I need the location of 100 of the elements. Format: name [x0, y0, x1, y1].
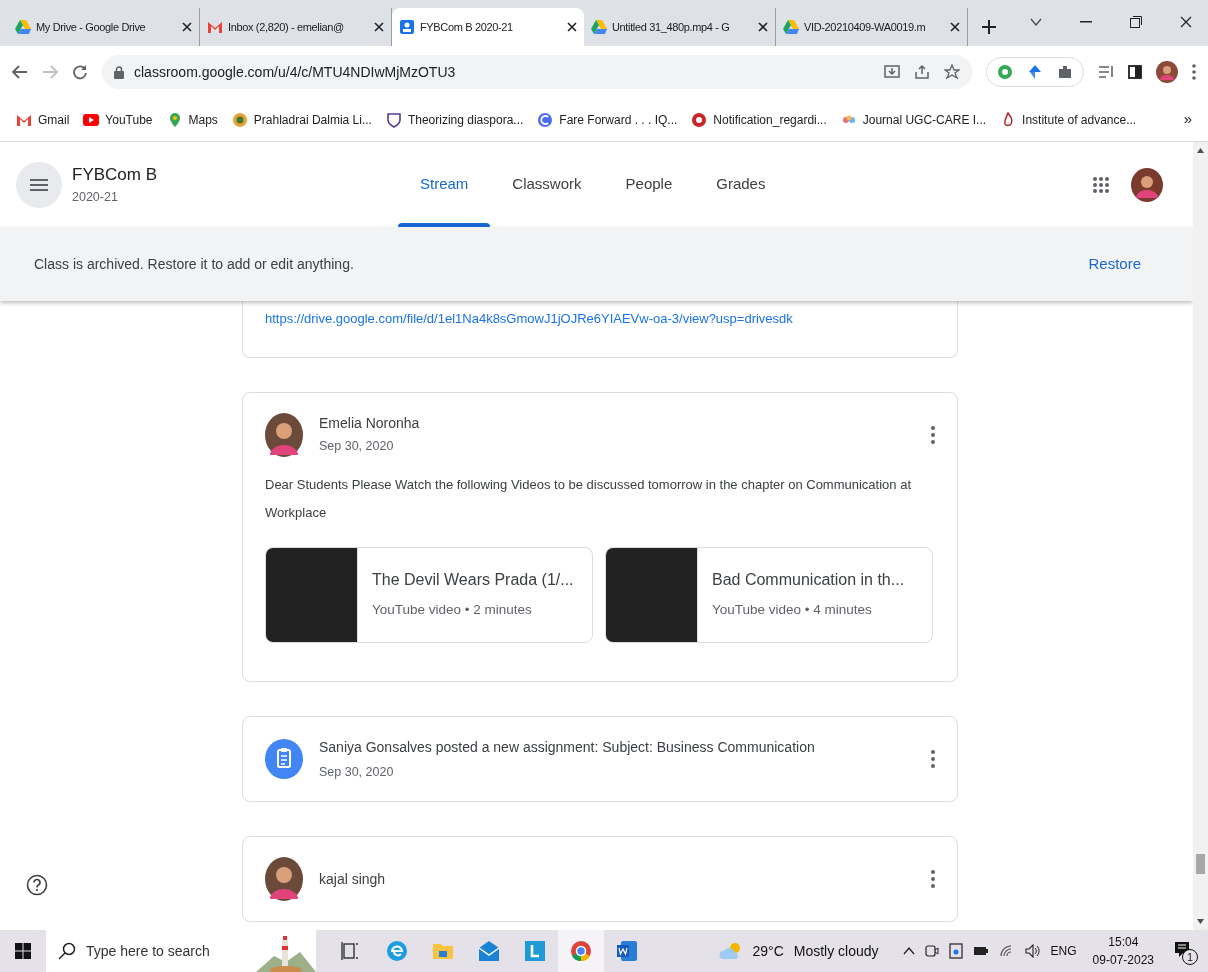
bookmark-link[interactable]: Institute of advance... — [1022, 110, 1137, 129]
letter-l-app-icon — [524, 940, 546, 962]
reload-icon[interactable] — [72, 64, 88, 80]
more-options-icon[interactable] — [931, 870, 935, 889]
video-title: Bad Communication in th... — [712, 570, 905, 591]
bookmark-link[interactable]: Fare Forward . . . IQ... — [559, 110, 678, 129]
back-arrow-icon[interactable] — [12, 65, 28, 79]
post-date: Sep 30, 2020 — [319, 438, 395, 456]
chevron-up-icon[interactable] — [902, 947, 915, 955]
clock-time[interactable]: 15:04 — [1108, 933, 1139, 951]
side-panel-icon[interactable] — [1128, 65, 1142, 79]
assignment-icon — [265, 738, 303, 779]
bookmark-link[interactable]: Prahladrai Dalmia Li... — [253, 110, 372, 129]
author-name: kajal singh — [319, 869, 386, 889]
more-menu-icon[interactable] — [1192, 64, 1196, 80]
play-logo-icon — [83, 111, 100, 128]
pin-icon[interactable] — [1027, 64, 1043, 80]
language-indicator[interactable]: ENG — [1050, 942, 1077, 960]
classroom-logo-icon — [399, 19, 415, 35]
install-icon[interactable] — [884, 64, 900, 80]
class-name[interactable]: FYBCom B — [72, 162, 362, 188]
windows-logo-icon — [15, 943, 31, 959]
bookmark-link[interactable]: Theorizing diaspora... — [407, 110, 524, 129]
archived-notice: Class is archived. Restore it to add or edit anything. — [34, 254, 354, 274]
drive-logo-icon — [591, 19, 607, 35]
close-icon[interactable] — [567, 22, 577, 32]
notification-count: 1 — [1182, 949, 1198, 965]
restore-button[interactable]: Restore — [1088, 252, 1141, 276]
camera-icon[interactable] — [924, 943, 939, 959]
menu-button[interactable] — [16, 161, 62, 208]
video-attachment[interactable]: The Devil Wears Prada (1/... YouTube video • 2 minutes — [265, 546, 593, 643]
bookmark-link[interactable]: YouTube — [105, 110, 153, 129]
author-name: Emelia Noronha — [319, 414, 420, 434]
seal-icon — [691, 111, 708, 128]
close-icon[interactable] — [758, 22, 768, 32]
video-attachment[interactable]: Bad Communication in th... YouTube video • 4 minutes — [605, 546, 933, 643]
word-logo-icon — [616, 940, 638, 962]
chevron-down-icon[interactable] — [1030, 18, 1042, 26]
drive-logo-icon — [783, 19, 799, 35]
mail-logo-icon — [207, 19, 223, 35]
video-title: The Devil Wears Prada (1/... — [372, 570, 574, 591]
close-icon[interactable] — [182, 22, 192, 32]
taskbar-search-field[interactable]: Type here to search — [46, 930, 316, 972]
new-tab-icon[interactable] — [982, 20, 996, 34]
attachment-link[interactable]: https://drive.google.com/file/d/1el1Na4k8sGmowJ1jOJRe6YIAEVw-oa-3/view?usp=drivesdk — [265, 311, 793, 326]
star-icon[interactable] — [944, 64, 960, 80]
nav-tab[interactable]: Grades — [694, 142, 788, 227]
close-icon[interactable] — [1180, 16, 1192, 28]
extension-g-icon[interactable] — [997, 64, 1013, 80]
browser-tab[interactable]: FYBCom B 2020-21 — [392, 8, 584, 46]
circle-c-icon — [537, 111, 554, 128]
speaker-icon[interactable] — [1024, 944, 1041, 958]
battery-icon[interactable] — [972, 945, 989, 957]
address-bar[interactable]: classroom.google.com/u/4/c/MTU4NDIwMjMzOTU3 — [102, 55, 972, 89]
chrome-logo-icon — [570, 940, 592, 962]
post-date: Sep 30, 2020 — [319, 763, 395, 781]
more-options-icon[interactable] — [931, 425, 935, 444]
temperature[interactable]: 29°C — [752, 940, 784, 962]
avatar-icon — [265, 857, 303, 902]
post-text: Dear Students Please Watch the following Videos to be discussed tomorrow in the chapter on Communication at Workplace — [265, 475, 912, 522]
apps-grid-icon[interactable] — [1093, 176, 1109, 193]
avatar-icon[interactable] — [1131, 167, 1163, 202]
weather-text[interactable]: Mostly cloudy — [793, 940, 879, 962]
clock-date[interactable]: 09-07-2023 — [1092, 951, 1154, 969]
lock-icon — [114, 65, 124, 79]
scroll-up-icon[interactable] — [1197, 148, 1204, 153]
nav-tab[interactable]: Stream — [398, 142, 491, 227]
bookmark-link[interactable]: Journal UGC-CARE I... — [862, 110, 987, 129]
assignment-card[interactable]: Saniya Gonsalves posted a new assignment: Subject: Business Communication Sep 30, 2020 — [242, 715, 958, 803]
nav-tab[interactable]: Classwork — [490, 142, 604, 227]
browser-e-icon — [386, 940, 408, 962]
more-options-icon[interactable] — [931, 749, 935, 768]
menu-icon — [30, 178, 48, 191]
assignment-title: Saniya Gonsalves posted a new assignment: Subject: Business Communication — [319, 737, 815, 757]
bookmark-link[interactable]: Notification_regardi... — [713, 110, 827, 129]
search-icon — [58, 942, 76, 960]
video-meta: YouTube video • 4 minutes — [712, 601, 873, 620]
taskbar-app-button[interactable] — [558, 930, 604, 972]
drive-logo-icon — [15, 19, 31, 35]
scroll-down-icon[interactable] — [1197, 919, 1204, 924]
class-section: 2020-21 — [72, 187, 362, 207]
share-icon[interactable] — [914, 64, 930, 80]
nav-tab[interactable]: People — [603, 142, 695, 227]
shield-icon — [385, 111, 402, 128]
url-text: classroom.google.com/u/4/c/MTU4NDIwMjMzOTU3 — [134, 62, 456, 82]
bookmarks-overflow-button[interactable]: » — [1183, 108, 1192, 131]
meet-now-icon[interactable] — [948, 943, 963, 959]
help-icon[interactable] — [26, 874, 48, 896]
bookmark-link[interactable]: Gmail — [38, 110, 70, 129]
restore-icon[interactable] — [1130, 16, 1142, 28]
scrollbar-thumb[interactable] — [1196, 854, 1205, 874]
avatar-icon[interactable] — [1156, 61, 1178, 83]
video-meta: YouTube video • 2 minutes — [372, 601, 533, 620]
close-icon[interactable] — [950, 22, 960, 32]
minimize-icon[interactable] — [1080, 21, 1092, 23]
close-icon[interactable] — [374, 22, 384, 32]
search-placeholder[interactable]: Type here to search — [86, 940, 210, 962]
reading-list-icon[interactable] — [1098, 65, 1114, 79]
bookmark-link[interactable]: Maps — [188, 110, 218, 129]
puzzle-icon[interactable] — [1057, 64, 1073, 80]
